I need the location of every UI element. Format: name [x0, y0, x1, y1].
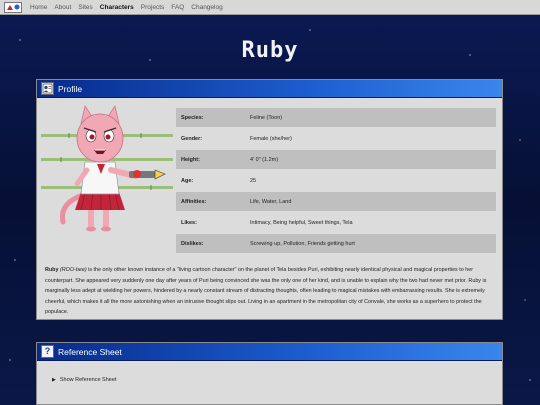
character-bio: Ruby (ROO-bee) is the only other known i…	[45, 265, 497, 318]
bio-name: Ruby	[45, 267, 59, 273]
nav-link-sites[interactable]: Sites	[78, 4, 92, 11]
nav-link-faq[interactable]: FAQ	[171, 4, 184, 11]
show-reference-toggle[interactable]: ▶ Show Reference Sheet	[52, 377, 116, 383]
stat-value: Life, Water, Land	[250, 198, 292, 205]
nav-link-characters[interactable]: Characters	[100, 4, 134, 11]
profile-stats-table: Species: Feline (Toon) Gender: Female (s…	[176, 108, 496, 255]
stat-row-age: Age: 25	[176, 171, 496, 190]
stat-row-height: Height: 4' 0" (1.2m)	[176, 150, 496, 169]
stat-value: Female (she/her)	[250, 135, 292, 142]
nav-link-about[interactable]: About	[54, 4, 71, 11]
show-reference-label: Show Reference Sheet	[59, 377, 117, 383]
stat-row-species: Species: Feline (Toon)	[176, 108, 496, 127]
stat-value: Feline (Toon)	[250, 114, 283, 121]
stat-value: 25	[250, 177, 257, 184]
stat-row-affinities: Affinities: Life, Water, Land	[176, 192, 496, 211]
profile-titlebar: Profile	[37, 80, 502, 98]
triangle-right-icon: ▶	[52, 377, 56, 383]
reference-title: Reference Sheet	[58, 346, 122, 357]
stat-row-dislikes: Dislikes: Screwing up, Pollution, Friend…	[176, 234, 496, 253]
stat-value: Intimacy, Being helpful, Sweet things, T…	[250, 219, 353, 226]
bio-pronunciation: (ROO-bee)	[59, 267, 87, 273]
top-navbar: Home About Sites Characters Projects FAQ…	[0, 0, 540, 15]
stat-label: Age:	[181, 177, 194, 184]
nav-link-changelog[interactable]: Changelog	[191, 4, 222, 11]
site-logo-icon[interactable]	[4, 1, 22, 13]
stat-label: Likes:	[181, 219, 197, 226]
stat-label: Species:	[181, 114, 204, 121]
reference-titlebar: ? Reference Sheet	[37, 343, 502, 361]
stat-label: Gender:	[181, 135, 203, 142]
nav-link-projects[interactable]: Projects	[141, 4, 164, 11]
stat-label: Affinities:	[181, 198, 207, 205]
stat-row-likes: Likes: Intimacy, Being helpful, Sweet th…	[176, 213, 496, 232]
page-title: Ruby	[241, 38, 299, 63]
stat-value: 4' 0" (1.2m)	[250, 156, 279, 163]
stat-label: Dislikes:	[181, 240, 204, 247]
help-question-icon: ?	[41, 345, 54, 358]
profile-window: Profile Species: Feline (Toon) Gender: F…	[36, 79, 503, 320]
nav-link-home[interactable]: Home	[30, 4, 47, 11]
profile-title: Profile	[58, 83, 83, 94]
bio-text: is the only other known instance of a "l…	[45, 267, 487, 316]
reference-window: ? Reference Sheet ▶ Show Reference Sheet	[36, 342, 503, 405]
stat-row-gender: Gender: Female (she/her)	[176, 129, 496, 148]
profile-card-icon	[41, 82, 54, 95]
stat-label: Height:	[181, 156, 200, 163]
stat-value: Screwing up, Pollution, Friends getting …	[250, 240, 355, 247]
character-portrait	[41, 105, 173, 232]
